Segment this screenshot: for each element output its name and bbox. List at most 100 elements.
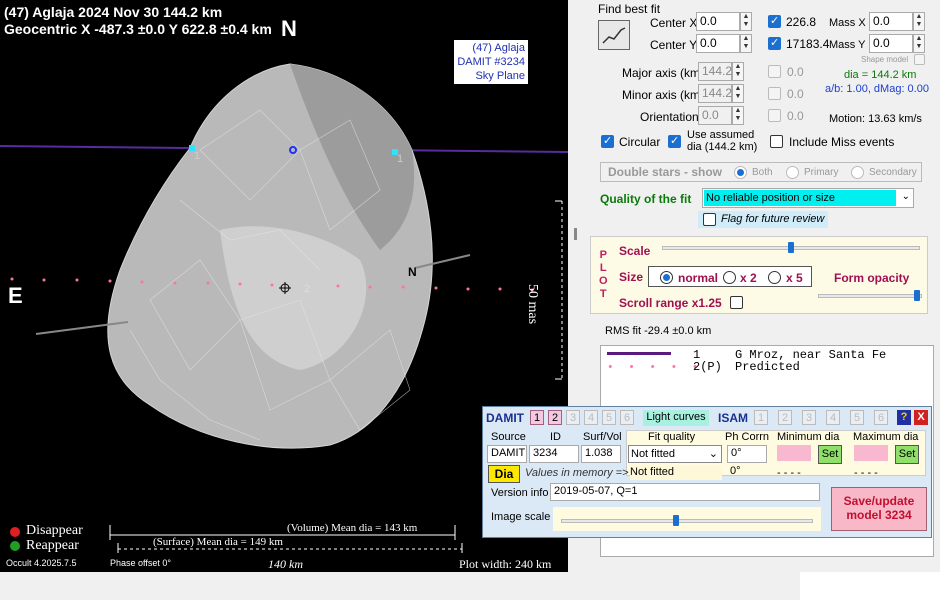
- damit-tab-3[interactable]: 3: [566, 410, 580, 425]
- bottom-strip: [0, 572, 800, 600]
- disappear-dot: [10, 527, 20, 537]
- circular-checkbox[interactable]: [601, 134, 614, 148]
- size-label: Size: [619, 270, 644, 284]
- both-radio[interactable]: [734, 166, 747, 179]
- orient-fit-checkbox[interactable]: [768, 109, 781, 122]
- isam-tab-5[interactable]: 5: [850, 410, 864, 425]
- isam-tab-2[interactable]: 2: [778, 410, 792, 425]
- close-icon[interactable]: X: [914, 410, 928, 425]
- include-miss-checkbox[interactable]: [770, 135, 783, 148]
- plot-header-position: Geocentric X -487.3 ±0.0 Y 622.8 ±0.4 km: [4, 21, 272, 37]
- n-marker: N: [408, 265, 417, 279]
- surf-vol-field[interactable]: 1.038: [581, 445, 621, 463]
- damit-tab-1[interactable]: 1: [530, 410, 544, 425]
- set-min-dia-button[interactable]: Set: [818, 445, 842, 464]
- major-axis-label: Major axis (km): [622, 66, 705, 80]
- flag-review-label: Flag for future review: [721, 213, 825, 225]
- find-best-fit-label: Find best fit: [598, 2, 661, 16]
- major-axis-input[interactable]: 144.2: [698, 62, 732, 81]
- val2-checkbox[interactable]: [768, 36, 781, 50]
- surface-dia-label: (Surface) Mean dia = 149 km: [153, 536, 283, 548]
- max-dia-field[interactable]: [854, 445, 888, 461]
- dia-text: dia = 144.2 km: [844, 69, 917, 81]
- isam-tab-1[interactable]: 1: [754, 410, 768, 425]
- id-field[interactable]: 3234: [529, 445, 579, 463]
- plot-letters: P L O T: [599, 249, 608, 301]
- mass-y-spinner[interactable]: ▲ ▼: [913, 34, 925, 53]
- legend-row2-num: 2(P): [693, 360, 722, 374]
- legend-dots-2: • • • • •: [607, 362, 703, 374]
- primary-label: Primary: [804, 167, 839, 178]
- minor-axis-input[interactable]: 144.2: [698, 84, 732, 103]
- splitter-handle[interactable]: [574, 228, 577, 240]
- center-y-spinner[interactable]: ▲ ▼: [740, 34, 752, 53]
- major-zero: 0.0: [787, 65, 804, 79]
- assumed-dia-label: Use assumed dia (144.2 km): [687, 129, 757, 153]
- damit-tab-2[interactable]: 2: [548, 410, 562, 425]
- mas-scale-label: 50 mas: [525, 284, 540, 325]
- val1-label: 226.8: [786, 15, 817, 29]
- secondary-radio[interactable]: [851, 166, 864, 179]
- primary-radio[interactable]: [786, 166, 799, 179]
- minor-zero: 0.0: [787, 87, 804, 101]
- image-scale-thumb[interactable]: [673, 515, 679, 526]
- shape-model-checkbox[interactable]: [914, 54, 925, 65]
- isam-tab-3[interactable]: 3: [802, 410, 816, 425]
- source-field[interactable]: DAMIT: [487, 445, 527, 463]
- set-max-dia-button[interactable]: Set: [895, 445, 919, 464]
- quality-dropdown[interactable]: No reliable position or size ⌄: [702, 188, 914, 208]
- fit-quality-chevron-icon: ⌄: [708, 448, 718, 460]
- mass-x-spinner[interactable]: ▲ ▼: [913, 12, 925, 31]
- damit-tab-6[interactable]: 6: [620, 410, 634, 425]
- damit-panel: DAMIT 1 2 3 4 5 6 Light curves ISAM 1 2 …: [482, 406, 932, 538]
- fit-curve-icon: [602, 27, 626, 44]
- find-best-fit-button[interactable]: [598, 20, 630, 50]
- scroll-range-label: Scroll range x1.25: [619, 296, 722, 310]
- scale-slider-thumb[interactable]: [788, 242, 794, 253]
- size-x5-radio[interactable]: [768, 271, 781, 284]
- mass-y-input[interactable]: 0.0: [869, 34, 913, 53]
- dia-button[interactable]: Dia: [488, 465, 520, 483]
- isam-tab-6[interactable]: 6: [874, 410, 888, 425]
- assumed-line-1: Use assumed: [687, 129, 755, 141]
- center-x-spinner[interactable]: ▲ ▼: [740, 12, 752, 31]
- save-update-model-button[interactable]: Save/update model 3234: [831, 487, 927, 531]
- minor-fit-checkbox[interactable]: [768, 87, 781, 100]
- size-normal-radio[interactable]: [660, 271, 673, 284]
- opacity-slider-thumb[interactable]: [914, 290, 920, 301]
- center-y-label: Center Y: [650, 38, 698, 52]
- light-curves-button[interactable]: Light curves: [643, 410, 709, 426]
- orientation-input[interactable]: 0.0: [698, 106, 732, 125]
- chord-label-1b: 1: [397, 153, 404, 165]
- scroll-range-checkbox[interactable]: [730, 296, 743, 309]
- major-axis-spinner[interactable]: ▲ ▼: [732, 62, 744, 81]
- source-label: Source: [491, 431, 526, 443]
- fit-quality-dropdown[interactable]: Not fitted ⌄: [628, 445, 722, 463]
- isam-tab-4[interactable]: 4: [826, 410, 840, 425]
- damit-tab-4[interactable]: 4: [584, 410, 598, 425]
- ph-corr-field[interactable]: 0°: [727, 445, 767, 463]
- both-label: Both: [752, 167, 773, 178]
- help-icon[interactable]: ?: [897, 410, 911, 425]
- assumed-dia-checkbox[interactable]: [668, 134, 681, 148]
- orientation-spinner[interactable]: ▲ ▼: [732, 106, 744, 125]
- flag-review-checkbox[interactable]: [703, 213, 716, 226]
- val1-checkbox[interactable]: [768, 14, 781, 28]
- id-label: ID: [550, 431, 561, 443]
- bottom-corner: [800, 572, 940, 600]
- mass-x-input[interactable]: 0.0: [869, 12, 913, 31]
- size-x2-label: x 2: [740, 271, 757, 285]
- opacity-slider[interactable]: [818, 294, 922, 298]
- center-y-input[interactable]: 0.0: [696, 34, 740, 53]
- minor-axis-spinner[interactable]: ▲ ▼: [732, 84, 744, 103]
- disappear-label: Disappear: [26, 523, 83, 538]
- version-info-field: 2019-05-07, Q=1: [550, 483, 820, 501]
- plot-letter-t: T: [599, 288, 607, 300]
- reappear-label: Reappear: [26, 538, 79, 553]
- min-dia-field[interactable]: [777, 445, 811, 461]
- size-x2-radio[interactable]: [723, 271, 736, 284]
- damit-tab-5[interactable]: 5: [602, 410, 616, 425]
- major-fit-checkbox[interactable]: [768, 65, 781, 78]
- image-scale-slider[interactable]: [561, 519, 813, 523]
- center-x-input[interactable]: 0.0: [696, 12, 740, 31]
